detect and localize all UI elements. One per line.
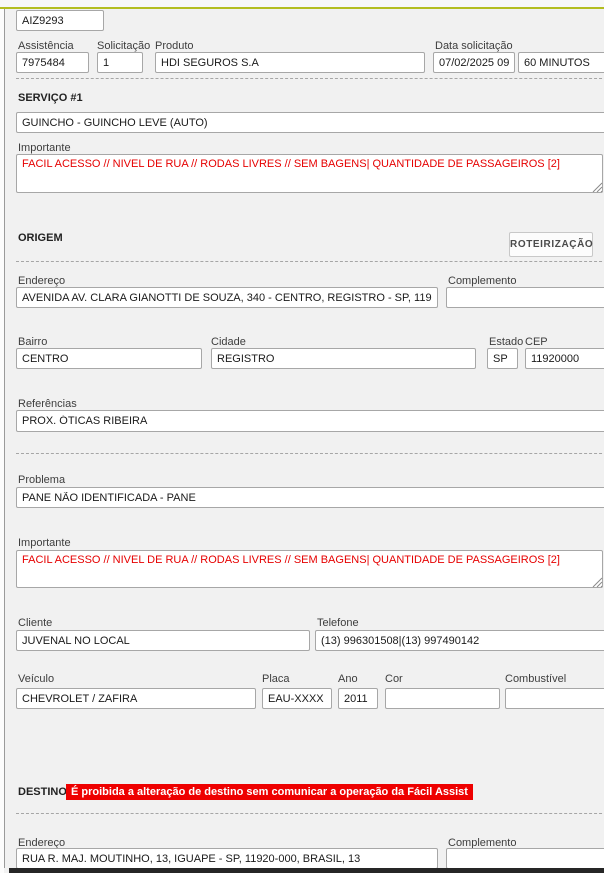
destino-warning-badge: É proibida a alteração de destino sem co… — [66, 784, 473, 800]
top-strip — [0, 0, 604, 7]
cliente-label: Cliente — [18, 617, 52, 630]
data-solicitacao-input[interactable] — [433, 52, 515, 73]
cep-input[interactable] — [525, 348, 604, 369]
servico-tipo-input[interactable] — [16, 112, 604, 133]
estado-input[interactable] — [487, 348, 518, 369]
bottom-dark-bar — [9, 868, 604, 873]
referencias-input[interactable] — [16, 410, 604, 432]
plate-input[interactable] — [16, 10, 104, 31]
bairro-input[interactable] — [16, 348, 202, 369]
veiculo-label: Veículo — [18, 673, 54, 686]
placa-input[interactable] — [262, 688, 332, 709]
solicitacao-input[interactable] — [97, 52, 143, 73]
panel-left-border — [4, 9, 5, 868]
dashed-divider — [16, 261, 604, 262]
prazo-input[interactable] — [518, 52, 604, 73]
cliente-input[interactable] — [16, 630, 310, 651]
dashed-divider — [16, 78, 604, 79]
destino-section-title: DESTINO — [18, 786, 67, 799]
ano-label: Ano — [338, 673, 358, 686]
combustivel-input[interactable] — [505, 688, 604, 709]
dashed-divider — [16, 813, 604, 814]
produto-input[interactable] — [155, 52, 425, 73]
telefone-label: Telefone — [317, 617, 359, 630]
accent-divider-line — [0, 7, 604, 9]
origem-endereco-input[interactable] — [16, 287, 438, 308]
cor-label: Cor — [385, 673, 403, 686]
servico-importante-textarea[interactable]: FACIL ACESSO // NIVEL DE RUA // RODAS LI… — [16, 154, 603, 193]
problema-input[interactable] — [16, 487, 604, 508]
origem-section-title: ORIGEM — [18, 232, 63, 245]
roteirizacao-button[interactable]: ROTEIRIZAÇÃO — [509, 232, 593, 257]
telefone-input[interactable] — [315, 630, 604, 651]
servico-section-title: SERVIÇO #1 — [18, 92, 83, 105]
dashed-divider — [16, 453, 604, 454]
placa-label: Placa — [262, 673, 290, 686]
veiculo-input[interactable] — [16, 688, 256, 709]
cidade-input[interactable] — [211, 348, 476, 369]
origem-importante-label: Importante — [18, 537, 71, 550]
destino-endereco-input[interactable] — [16, 848, 438, 869]
ano-input[interactable] — [338, 688, 378, 709]
problema-label: Problema — [18, 474, 65, 487]
origem-importante-textarea[interactable]: FACIL ACESSO // NIVEL DE RUA // RODAS LI… — [16, 550, 603, 588]
destino-complemento-input[interactable] — [446, 848, 604, 869]
cor-input[interactable] — [385, 688, 500, 709]
combustivel-label: Combustível — [505, 673, 566, 686]
assistencia-input[interactable] — [16, 52, 89, 73]
origem-complemento-input[interactable] — [446, 287, 604, 308]
